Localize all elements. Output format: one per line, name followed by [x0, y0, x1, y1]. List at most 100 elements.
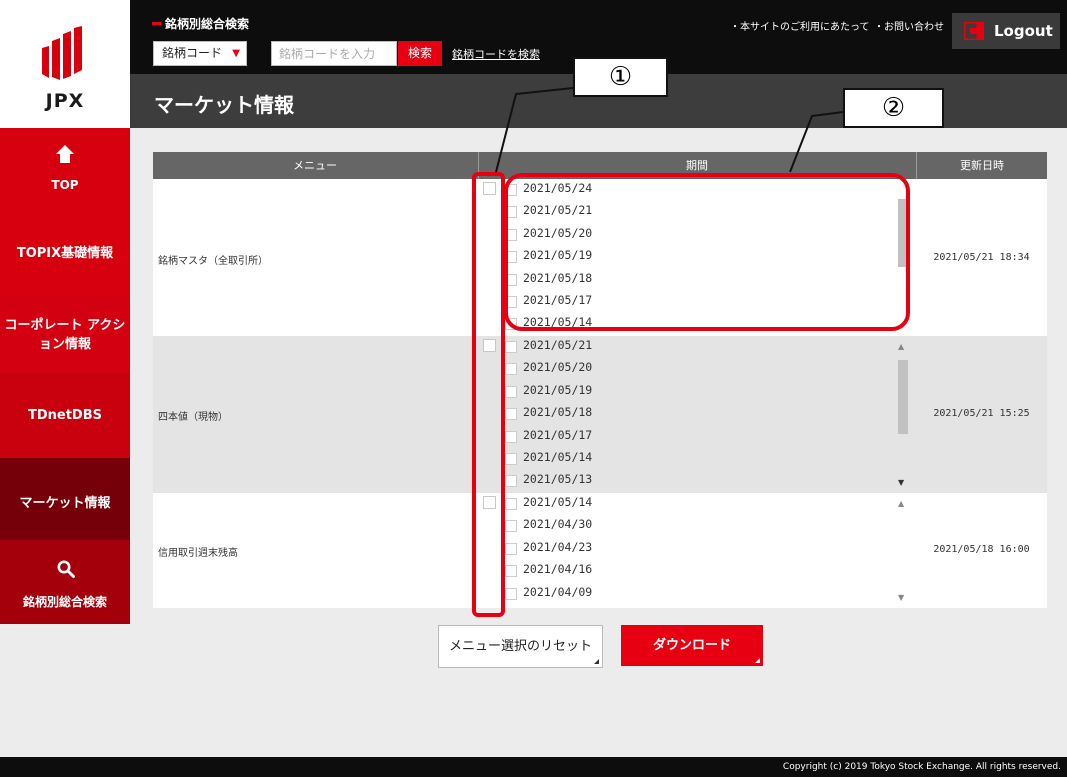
date-label: 2021/04/30: [523, 517, 593, 532]
date-option[interactable]: 2021/04/23: [505, 538, 915, 560]
download-button[interactable]: ダウンロード: [621, 625, 763, 666]
logout-button[interactable]: Logout: [952, 13, 1060, 49]
date-option[interactable]: 2021/05/18: [505, 403, 915, 425]
corner-mark: [594, 659, 599, 664]
reset-selection-button[interactable]: メニュー選択のリセット: [438, 625, 603, 668]
date-label: 2021/05/21: [523, 338, 593, 352]
download-label: ダウンロード: [652, 638, 731, 653]
date-list[interactable]: 2021/05/21 2021/05/20 2021/05/19 2021/05/18…: [505, 336, 915, 493]
table-row: 信用取引週末残高 2021/05/14 2021/04/30 2021/04/23 2…: [153, 493, 1047, 608]
terms-of-use-link[interactable]: ・本サイトのご利用にあたって: [730, 18, 870, 33]
code-type-select[interactable]: 銘柄コード ▼: [153, 41, 247, 66]
date-checkbox[interactable]: [505, 430, 517, 443]
sidebar-item-topix[interactable]: TOPIX基礎情報: [0, 212, 130, 296]
search-button[interactable]: 検索: [398, 41, 442, 66]
sidebar-item-tdnetdbs[interactable]: TDnetDBS: [0, 374, 130, 458]
logo-text: JPX: [45, 90, 85, 112]
sidebar-item-stock-search[interactable]: 銘柄別総合検索: [0, 540, 130, 624]
date-checkbox[interactable]: [505, 587, 517, 600]
date-option[interactable]: 2021/05/21: [505, 336, 915, 358]
sidebar-item-label: TOP: [51, 178, 79, 192]
date-label: 2021/05/18: [523, 405, 593, 420]
sidebar-item-label: マーケット情報: [19, 496, 111, 511]
reset-label: メニュー選択のリセット: [448, 639, 592, 654]
column-header-updated: 更新日時: [916, 152, 1047, 179]
code-select-value: 銘柄コード: [162, 46, 223, 60]
date-checkbox[interactable]: [505, 498, 517, 510]
updated-datetime: 2021/05/18 16:00: [933, 544, 1030, 555]
copyright-text: Copyright (c) 2019 Tokyo Stock Exchange.…: [782, 762, 1061, 772]
date-option[interactable]: 2021/05/20: [505, 358, 915, 380]
scroll-up-icon[interactable]: ▲: [898, 342, 904, 351]
search-title-text: 銘柄別総合検索: [165, 17, 250, 31]
date-option[interactable]: 2021/05/17: [505, 426, 915, 448]
corner-mark: [755, 658, 760, 663]
date-checkbox[interactable]: [505, 363, 517, 376]
date-label: 2021/05/17: [523, 427, 593, 442]
code-search-input[interactable]: [271, 41, 397, 66]
scroll-down-icon[interactable]: ▼: [898, 478, 904, 487]
date-option[interactable]: 2021/04/16: [505, 560, 915, 582]
date-option[interactable]: 2021/05/19: [505, 381, 915, 403]
date-option[interactable]: 2021/05/13: [505, 470, 915, 492]
logout-icon: [964, 22, 984, 40]
page-title: マーケット情報: [154, 93, 294, 117]
date-checkbox[interactable]: [505, 385, 517, 398]
date-label: 2021/05/20: [523, 360, 593, 375]
search-section-title: 銘柄別総合検索: [152, 15, 249, 32]
date-label: 2021/04/23: [523, 539, 593, 554]
date-checkbox[interactable]: [505, 341, 517, 353]
callout-label-1: ①: [573, 57, 668, 97]
date-label: 2021/05/14: [523, 495, 593, 509]
sidebar-item-market-info[interactable]: マーケット情報: [0, 458, 130, 540]
date-option[interactable]: 2021/04/09: [505, 583, 915, 605]
home-icon: [56, 145, 74, 163]
accent-dash: [152, 22, 161, 25]
sidebar-item-corporate-action[interactable]: コーポレート アクション情報: [0, 296, 130, 374]
table-row: 四本値（現物） 2021/05/21 2021/05/20 2021/05/19 20…: [153, 336, 1047, 493]
chevron-down-icon: ▼: [232, 48, 240, 59]
jpx-logo[interactable]: JPX: [0, 0, 130, 128]
date-checkbox[interactable]: [505, 408, 517, 421]
contact-link[interactable]: ・お問い合わせ: [874, 18, 944, 33]
highlight-date-list: [504, 173, 910, 331]
date-label: 2021/04/16: [523, 562, 593, 577]
scrollbar[interactable]: ▲ ▼: [895, 340, 911, 490]
date-list[interactable]: 2021/05/14 2021/04/30 2021/04/23 2021/04/16…: [505, 493, 915, 608]
search-icon: [57, 560, 75, 578]
footer: Copyright (c) 2019 Tokyo Stock Exchange.…: [0, 757, 1067, 777]
sidebar-item-label: TOPIX基礎情報: [16, 246, 114, 261]
callout-label-2: ②: [843, 88, 944, 128]
date-label: 2021/05/13: [523, 472, 593, 487]
updated-datetime: 2021/05/21 15:25: [933, 408, 1030, 419]
column-header-menu: メニュー: [293, 159, 337, 172]
sidebar: TOP TOPIX基礎情報 コーポレート アクション情報 TDnetDBS マー…: [0, 128, 130, 624]
sidebar-item-label: コーポレート アクション情報: [4, 318, 126, 352]
date-label: 2021/04/09: [523, 584, 593, 599]
updated-datetime: 2021/05/21 18:34: [933, 252, 1030, 263]
scroll-up-icon[interactable]: ▲: [898, 499, 904, 508]
menu-name: 信用取引週末残高: [158, 548, 238, 559]
menu-name: 銘柄マスタ（全取引所）: [158, 256, 268, 267]
date-checkbox[interactable]: [505, 542, 517, 555]
date-option[interactable]: 2021/04/30: [505, 515, 915, 537]
highlight-checkbox-column: [472, 172, 505, 617]
date-label: 2021/05/14: [523, 449, 593, 464]
date-option[interactable]: 2021/05/14: [505, 493, 915, 515]
jpx-logo-mark: [42, 26, 82, 80]
date-label: 2021/05/19: [523, 382, 593, 397]
sidebar-item-label: TDnetDBS: [27, 408, 102, 423]
code-search-link[interactable]: 銘柄コードを検索: [452, 46, 540, 62]
date-checkbox[interactable]: [505, 565, 517, 578]
date-option[interactable]: 2021/05/14: [505, 448, 915, 470]
sidebar-item-top[interactable]: TOP: [0, 128, 130, 212]
date-checkbox[interactable]: [505, 475, 517, 488]
date-checkbox[interactable]: [505, 452, 517, 465]
date-checkbox[interactable]: [505, 520, 517, 533]
logout-label: Logout: [994, 22, 1053, 40]
menu-name: 四本値（現物）: [158, 412, 228, 423]
scroll-down-icon[interactable]: ▼: [898, 593, 904, 602]
sidebar-item-label: 銘柄別総合検索: [22, 595, 107, 609]
scrollbar[interactable]: ▲ ▼: [895, 497, 911, 605]
scroll-thumb[interactable]: [898, 360, 908, 434]
